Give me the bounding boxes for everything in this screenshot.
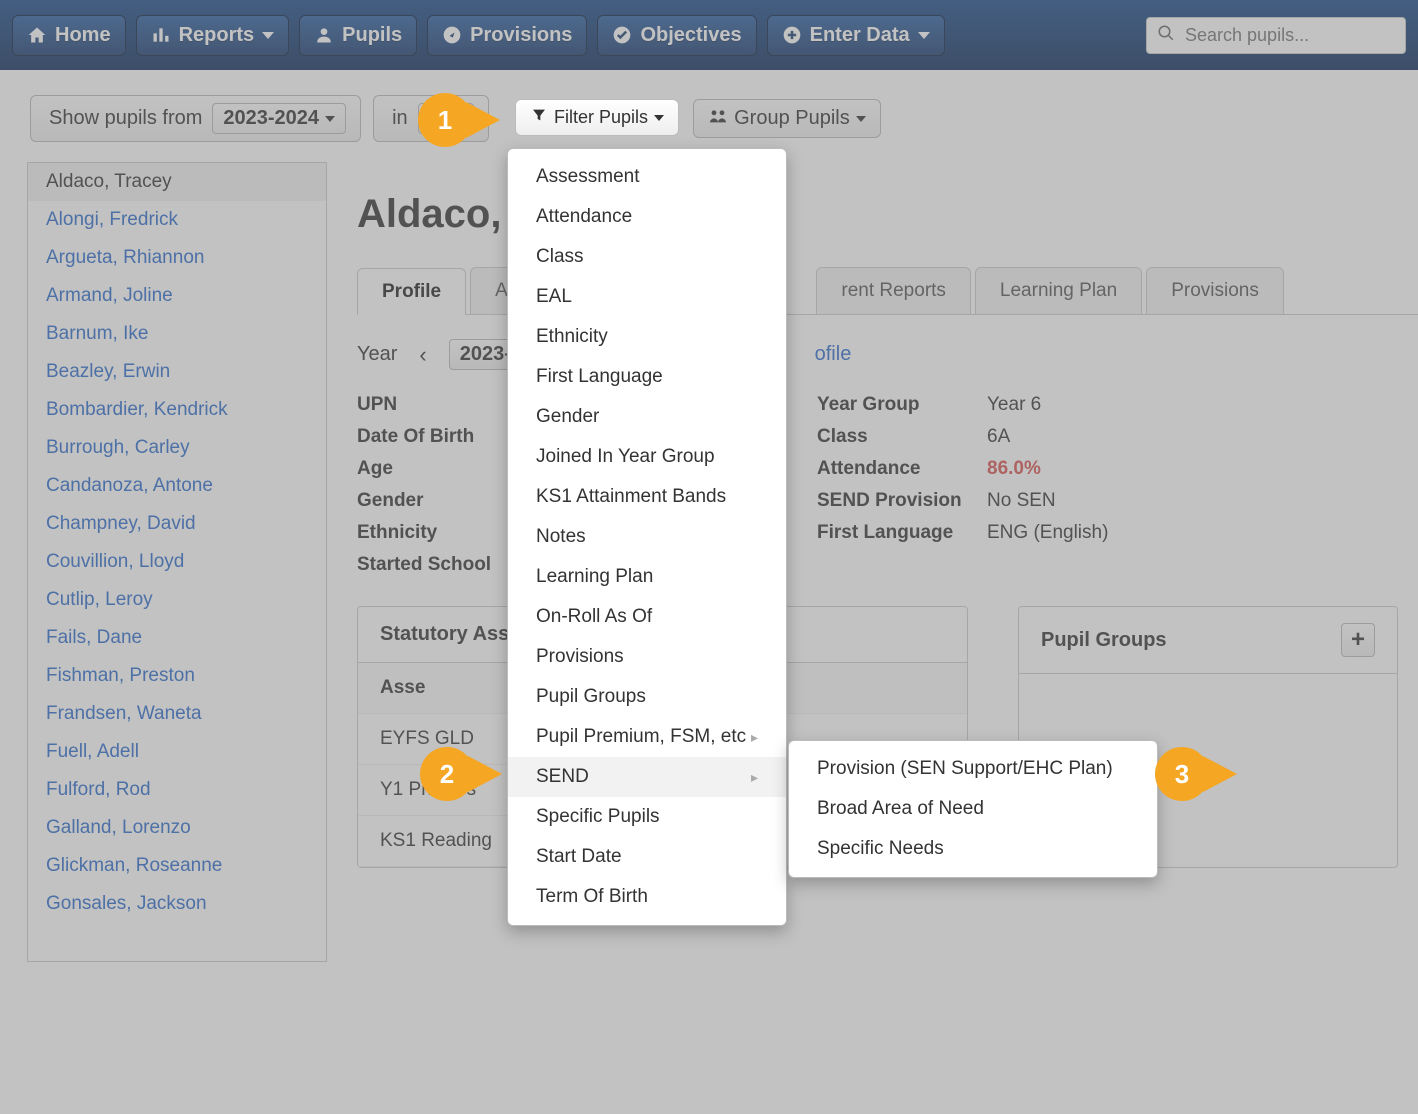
filter-option-label: Class <box>536 246 584 268</box>
filter-option-pupil-groups[interactable]: Pupil Groups <box>508 677 786 717</box>
filter-option-label: Attendance <box>536 206 632 228</box>
filter-pupils-label: Filter Pupils <box>554 107 648 128</box>
filter-option-ethnicity[interactable]: Ethnicity <box>508 317 786 357</box>
filter-option-label: Specific Pupils <box>536 806 660 828</box>
callout-number: 3 <box>1155 747 1209 801</box>
filter-option-label: SEND <box>536 766 589 788</box>
filter-option-joined-in-year-group[interactable]: Joined In Year Group <box>508 437 786 477</box>
filter-option-label: EAL <box>536 286 572 308</box>
filter-option-label: Learning Plan <box>536 566 653 588</box>
filter-option-first-language[interactable]: First Language <box>508 357 786 397</box>
send-submenu: Provision (SEN Support/EHC Plan) Broad A… <box>788 740 1158 878</box>
send-option-label: Specific Needs <box>817 838 944 860</box>
caret-down-icon <box>654 115 664 121</box>
filter-option-label: On-Roll As Of <box>536 606 652 628</box>
callout-number: 1 <box>418 93 472 147</box>
filter-option-learning-plan[interactable]: Learning Plan <box>508 557 786 597</box>
callout-1: 1 <box>418 93 500 147</box>
filter-icon <box>530 107 548 128</box>
send-option-broad-area[interactable]: Broad Area of Need <box>789 789 1157 829</box>
filter-option-label: Pupil Groups <box>536 686 646 708</box>
filter-option-label: KS1 Attainment Bands <box>536 486 726 508</box>
filter-option-class[interactable]: Class <box>508 237 786 277</box>
callout-2: 2 <box>420 747 502 801</box>
filter-option-term-of-birth[interactable]: Term Of Birth <box>508 877 786 917</box>
filter-option-label: Assessment <box>536 166 639 188</box>
callout-tail <box>468 756 502 792</box>
filter-option-gender[interactable]: Gender <box>508 397 786 437</box>
filter-option-label: Pupil Premium, FSM, etc <box>536 726 746 748</box>
filter-pupils-dropdown: Assessment Attendance Class EAL Ethnicit… <box>507 148 787 926</box>
callout-3: 3 <box>1155 747 1237 801</box>
filter-option-label: First Language <box>536 366 663 388</box>
filter-option-ks1-bands[interactable]: KS1 Attainment Bands <box>508 477 786 517</box>
chevron-right-icon: ▸ <box>751 729 758 746</box>
send-option-label: Broad Area of Need <box>817 798 984 820</box>
filter-option-label: Start Date <box>536 846 622 868</box>
send-option-specific-needs[interactable]: Specific Needs <box>789 829 1157 869</box>
callout-tail <box>466 102 500 138</box>
send-option-label: Provision (SEN Support/EHC Plan) <box>817 758 1113 780</box>
filter-option-label: Ethnicity <box>536 326 608 348</box>
filter-option-pupil-premium[interactable]: Pupil Premium, FSM, etc ▸ <box>508 717 786 757</box>
filter-option-send[interactable]: SEND ▸ <box>508 757 786 797</box>
chevron-right-icon: ▸ <box>751 769 758 786</box>
callout-number: 2 <box>420 747 474 801</box>
filter-option-label: Term Of Birth <box>536 886 648 908</box>
filter-option-eal[interactable]: EAL <box>508 277 786 317</box>
filter-option-label: Gender <box>536 406 599 428</box>
filter-option-attendance[interactable]: Attendance <box>508 197 786 237</box>
filter-option-label: Joined In Year Group <box>536 446 715 468</box>
filter-option-start-date[interactable]: Start Date <box>508 837 786 877</box>
filter-pupils-button[interactable]: Filter Pupils <box>515 99 679 136</box>
callout-tail <box>1203 756 1237 792</box>
filter-option-on-roll-as-of[interactable]: On-Roll As Of <box>508 597 786 637</box>
filter-option-label: Provisions <box>536 646 624 668</box>
filter-option-label: Notes <box>536 526 586 548</box>
filter-option-provisions[interactable]: Provisions <box>508 637 786 677</box>
filter-option-notes[interactable]: Notes <box>508 517 786 557</box>
filter-option-specific-pupils[interactable]: Specific Pupils <box>508 797 786 837</box>
filter-option-assessment[interactable]: Assessment <box>508 157 786 197</box>
send-option-provision[interactable]: Provision (SEN Support/EHC Plan) <box>789 749 1157 789</box>
